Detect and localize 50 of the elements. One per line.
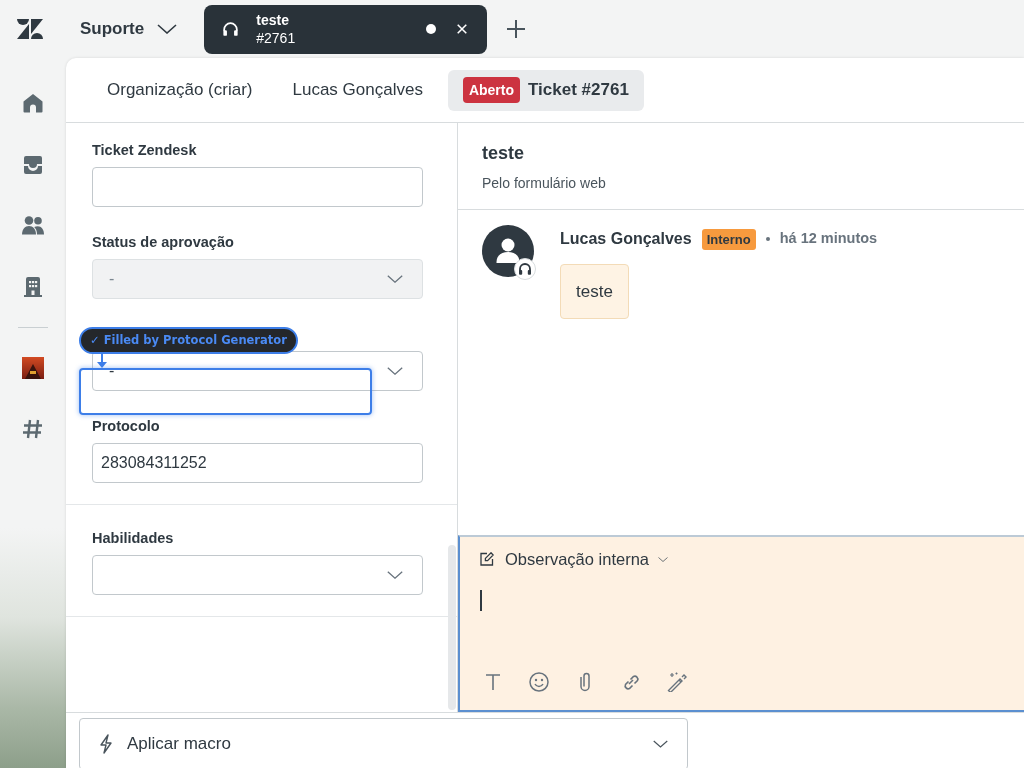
- message-bubble: teste: [560, 264, 629, 319]
- tab[interactable]: Organização (criar): [92, 69, 268, 111]
- workspace-switcher[interactable]: Suporte: [80, 16, 178, 42]
- macro-dropdown[interactable]: Aplicar macro: [79, 718, 688, 768]
- text-format-icon[interactable]: [483, 672, 503, 692]
- down-arrow-icon: [96, 354, 108, 368]
- note-mode-button[interactable]: Observação interna: [480, 549, 668, 569]
- dropdown-field[interactable]: [92, 555, 423, 595]
- headset-badge-icon: [514, 258, 536, 280]
- ticket-subject: teste: [482, 142, 526, 165]
- magic-wand-icon[interactable]: [667, 672, 687, 692]
- people-icon[interactable]: [22, 216, 44, 235]
- building-icon[interactable]: [24, 276, 42, 297]
- app-icon[interactable]: [22, 356, 44, 379]
- headset-icon: [221, 19, 241, 39]
- chevron-down-icon: [157, 24, 178, 34]
- tab[interactable]: Lucas Gonçalves: [277, 69, 438, 111]
- chevron-down-icon: [658, 556, 668, 562]
- text-cursor-icon: [480, 590, 482, 611]
- field-label: Protocolo: [92, 417, 161, 436]
- field-label: Status de aprovação: [92, 233, 235, 252]
- scrollbar-thumb[interactable]: [448, 545, 456, 710]
- ticket-tab[interactable]: teste #2761: [204, 4, 488, 54]
- internal-tag: Interno: [701, 228, 756, 250]
- home-icon[interactable]: [23, 94, 43, 113]
- paperclip-icon[interactable]: [578, 672, 592, 692]
- chevron-down-icon: [387, 367, 403, 375]
- separator-dot-icon: [765, 237, 770, 241]
- status-tag: Aberto: [462, 77, 521, 103]
- link-icon[interactable]: [621, 672, 641, 692]
- emoji-icon[interactable]: [529, 672, 549, 692]
- text-input-field[interactable]: [92, 167, 423, 207]
- z-logo-icon: [17, 19, 43, 39]
- autofill-hint: ✓ Filled by Protocol Generator: [79, 327, 298, 354]
- lightning-icon: [98, 734, 114, 754]
- timestamp: há 12 minutos: [779, 229, 878, 249]
- edit-note-icon: [480, 552, 494, 566]
- chevron-down-icon: [387, 275, 403, 283]
- channel-label: Pelo formulário web: [482, 174, 607, 193]
- close-icon[interactable]: [456, 23, 469, 35]
- tab[interactable]: Aberto Ticket #2761: [447, 69, 644, 111]
- chevron-down-icon: [653, 740, 668, 748]
- hash-icon[interactable]: [23, 418, 43, 439]
- text-input-field[interactable]: 283084311252: [92, 443, 423, 483]
- field-label: Habilidades: [92, 529, 175, 548]
- field-label: Ticket Zendesk: [92, 141, 198, 160]
- inbox-icon[interactable]: [23, 155, 43, 174]
- chevron-down-icon: [387, 571, 403, 579]
- author-name: Lucas Gonçalves: [560, 229, 692, 249]
- plus-icon[interactable]: [507, 20, 526, 38]
